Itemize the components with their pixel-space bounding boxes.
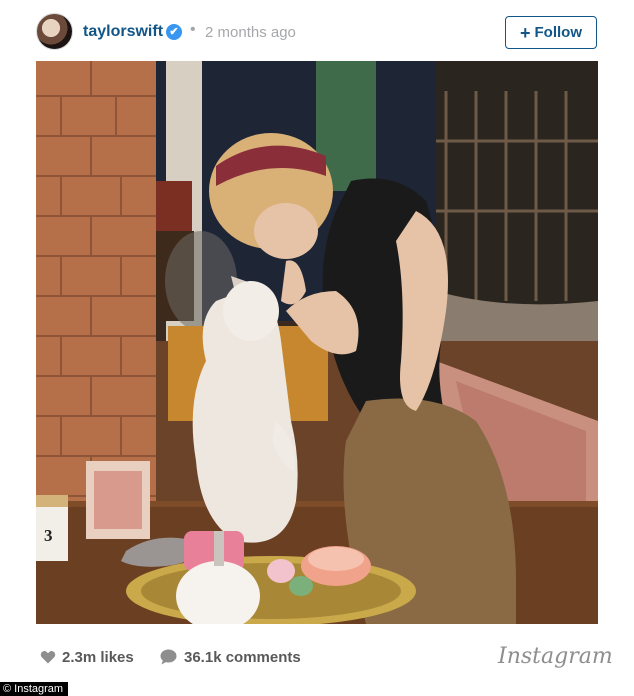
username-link[interactable]: taylorswift (83, 23, 163, 41)
post-timestamp[interactable]: 2 months ago (205, 24, 296, 41)
comments-count[interactable]: 36.1k comments (184, 649, 301, 666)
likes-count[interactable]: 2.3m likes (62, 649, 134, 666)
heart-icon[interactable] (40, 649, 56, 665)
speech-bubble-icon[interactable] (160, 649, 177, 665)
verified-badge-icon: ✔ (166, 24, 182, 40)
follow-button[interactable]: + Follow (505, 16, 597, 49)
image-credit: © Instagram (0, 682, 69, 696)
post-photo[interactable]: 3 (36, 61, 598, 624)
post-header: taylorswift ✔ • 2 months ago + Follow (0, 0, 634, 64)
photo-illustration (36, 61, 598, 624)
separator-dot: • (190, 21, 196, 38)
avatar[interactable] (36, 13, 73, 50)
follow-label: Follow (534, 24, 583, 41)
instagram-logo[interactable]: Instagram (498, 644, 613, 669)
jar-label: 3 (44, 526, 53, 545)
plus-icon: + (519, 22, 531, 43)
post-footer: 2.3m likes 36.1k comments Instagram (0, 636, 634, 678)
